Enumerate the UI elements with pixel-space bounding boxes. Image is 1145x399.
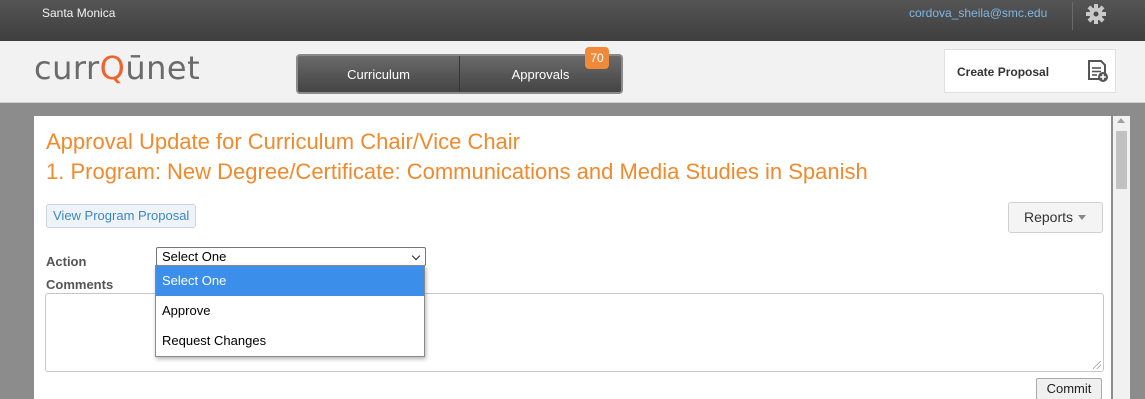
action-select[interactable]: Select One xyxy=(156,247,426,266)
chevron-down-icon xyxy=(411,251,421,261)
option-approve[interactable]: Approve xyxy=(156,296,424,326)
tab-curriculum[interactable]: Curriculum xyxy=(298,56,459,92)
create-proposal-label: Create Proposal xyxy=(957,65,1050,79)
app-header: currQūnet Curriculum Approvals 70 Create… xyxy=(0,41,1145,103)
option-select-one[interactable]: Select One xyxy=(156,266,424,296)
gear-icon[interactable] xyxy=(1083,1,1109,27)
option-request-changes[interactable]: Request Changes xyxy=(156,326,424,356)
action-select-value: Select One xyxy=(162,249,227,264)
action-label: Action xyxy=(46,254,87,269)
comments-label: Comments xyxy=(46,277,114,292)
institution-name: Santa Monica xyxy=(42,6,116,20)
top-bar-divider xyxy=(1072,2,1073,30)
reports-dropdown-button[interactable]: Reports xyxy=(1008,202,1103,233)
approvals-count-badge: 70 xyxy=(585,47,609,69)
main-nav: Curriculum Approvals xyxy=(296,54,623,94)
logo-suffix: ūnet xyxy=(125,49,201,87)
curriqunet-logo[interactable]: currQūnet xyxy=(34,49,200,87)
scrollbar[interactable] xyxy=(1113,116,1130,399)
scrollbar-thumb[interactable] xyxy=(1116,131,1127,189)
reports-label: Reports xyxy=(1024,209,1074,225)
create-proposal-button[interactable]: Create Proposal xyxy=(944,49,1116,93)
action-options-list: Select One Approve Request Changes xyxy=(155,265,425,357)
page-subtitle: 1. Program: New Degree/Certificate: Comm… xyxy=(46,159,868,184)
top-bar: Santa Monica cordova_sheila@smc.edu xyxy=(0,0,1145,41)
document-add-icon xyxy=(1088,60,1108,82)
page-title: Approval Update for Curriculum Chair/Vic… xyxy=(46,129,521,154)
view-program-proposal-button[interactable]: View Program Proposal xyxy=(46,204,197,228)
user-email-link[interactable]: cordova_sheila@smc.edu xyxy=(909,6,1047,20)
logo-prefix: curr xyxy=(34,49,100,87)
logo-q: Q xyxy=(99,49,126,87)
scroll-up-arrow-icon[interactable] xyxy=(1117,118,1125,123)
caret-down-icon xyxy=(1078,215,1087,220)
resize-grip-icon[interactable] xyxy=(1093,361,1101,369)
commit-button[interactable]: Commit xyxy=(1036,378,1102,399)
